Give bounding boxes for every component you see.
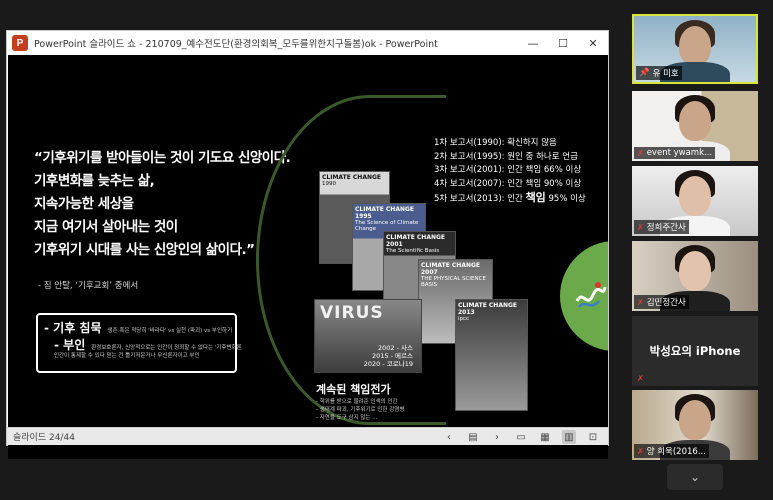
status-bar: 슬라이드 24/44 ‹ ▤ › ▭ ▦ ▥ ⊡ bbox=[7, 427, 608, 445]
minimize-button[interactable]: — bbox=[518, 31, 548, 55]
term-note: 환경보호론자, 신앙적으로는 인간이 정죄할 수 없다는 '기후변화론 bbox=[91, 345, 242, 351]
report-emphasis: 책임 bbox=[525, 191, 546, 204]
participant-tile[interactable]: ✗ event ywamk... bbox=[632, 91, 758, 161]
slideshow-view-button[interactable]: ⊡ bbox=[586, 430, 600, 444]
participant-name: 유 미호 bbox=[652, 69, 679, 79]
virus-line: 2015 - 메르스 bbox=[372, 352, 413, 360]
cover-title: CLIMATE CHANGE 2007 bbox=[421, 262, 481, 276]
participant-face bbox=[679, 176, 711, 216]
mic-muted-icon: ✗ bbox=[637, 374, 644, 383]
participant-name-label: ✗ bbox=[634, 373, 647, 384]
next-slide-button[interactable]: › bbox=[490, 430, 504, 444]
slide-counter: 슬라이드 24/44 bbox=[13, 433, 75, 443]
cover-title: CLIMATE CHANGE bbox=[322, 174, 382, 181]
quote-line: 지금 여기서 살아내는 것이 bbox=[34, 219, 178, 235]
participant-name-label: ✗ 김민정간사 bbox=[634, 295, 689, 309]
participant-tile[interactable]: 박성요의 iPhone ✗ bbox=[632, 316, 758, 386]
participant-name: event ywamk... bbox=[646, 148, 713, 158]
report-item: 5차 보고서(2013): 인간 책임 95% 이상 bbox=[434, 191, 586, 207]
quote-line: 기후위기 시대를 사는 신앙인의 삶이다.” bbox=[34, 242, 255, 258]
organization-logo-icon bbox=[573, 279, 608, 318]
virus-line: 2002 - 사스 bbox=[378, 344, 413, 352]
report-item: 1차 보고서(1990): 확신하지 않음 bbox=[434, 138, 557, 148]
responsibility-item: - 자연을 도구 삼지 않는 ... bbox=[316, 415, 378, 421]
cover-subtitle: THE PHYSICAL SCIENCE BASIS bbox=[421, 276, 486, 288]
report-item: 2차 보고서(1995): 원인 중 하나로 언급 bbox=[434, 151, 578, 162]
mic-muted-icon: ✗ bbox=[637, 297, 644, 307]
maximize-button[interactable]: ☐ bbox=[548, 31, 578, 55]
cover-title: CLIMATE CHANGE 2013 bbox=[458, 302, 518, 316]
report-item: 4차 보고서(2007): 인간 책임 90% 이상 bbox=[434, 178, 582, 189]
participant-name: 양 희욱(2016... bbox=[646, 447, 706, 457]
reading-view-button[interactable]: ▥ bbox=[562, 430, 576, 444]
participant-tile[interactable]: 📌 유 미호 bbox=[632, 14, 758, 84]
logo-mark-icon bbox=[575, 282, 607, 308]
cover-subtitle: The Scientific Basis bbox=[386, 248, 440, 254]
term-row: - 기후 침묵 생존 혹은 적당히 '바라다' vs 실천 (파괴) vs 부인… bbox=[44, 319, 232, 336]
participant-name: 김민정간사 bbox=[646, 298, 686, 308]
participant-name-label: ✗ event ywamk... bbox=[634, 147, 716, 159]
status-controls: ‹ ▤ › ▭ ▦ ▥ ⊡ bbox=[442, 428, 600, 446]
zoom-meeting-view: P PowerPoint 슬라이드 쇼 - 210709_예수전도단(환경의회복… bbox=[0, 0, 773, 500]
pin-icon: 📌 bbox=[639, 68, 650, 78]
responsibility-item: - 학위를 받으로 물려준 인색의 인간 bbox=[316, 399, 398, 405]
participant-tile[interactable]: ✗ 김민정간사 bbox=[632, 241, 758, 311]
mic-muted-icon: ✗ bbox=[637, 222, 644, 232]
close-button[interactable]: ✕ bbox=[578, 31, 608, 55]
quote-source: - 짐 안탈, ‘기후교회’ 중에서 bbox=[38, 281, 139, 291]
chevron-down-icon: ⌄ bbox=[689, 470, 701, 484]
powerpoint-window: P PowerPoint 슬라이드 쇼 - 210709_예수전도단(환경의회복… bbox=[6, 30, 609, 459]
responsibility-title: 계속된 책임전가 bbox=[316, 383, 391, 396]
report-item: 3차 보고서(2001): 인간 책임 66% 이상 bbox=[434, 165, 582, 175]
window-controls: — ☐ ✕ bbox=[518, 31, 608, 55]
participant-tile[interactable]: ✗ 양 희욱(2016... bbox=[632, 390, 758, 460]
participant-name-label: ✗ 양 희욱(2016... bbox=[634, 444, 709, 458]
slide-quote: “기후위기를 받아들이는 것이 기도요 신앙이다. 기후변화를 늦추는 삶, 지… bbox=[34, 147, 294, 262]
term-note: 생존 혹은 적당히 '바라다' vs 실천 (파괴) vs 부인하기 bbox=[107, 328, 233, 334]
window-titlebar: P PowerPoint 슬라이드 쇼 - 210709_예수전도단(환경의회복… bbox=[7, 31, 608, 55]
slide-canvas[interactable]: “기후위기를 받아들이는 것이 기도요 신앙이다. 기후변화를 늦추는 삶, 지… bbox=[8, 55, 608, 459]
mic-muted-icon: ✗ bbox=[637, 148, 644, 158]
participant-display-name: 박성요의 iPhone bbox=[649, 344, 741, 358]
virus-image: VIRUS 2002 - 사스 2015 - 메르스 2020 - 코로나19 bbox=[314, 299, 422, 373]
cover-title: CLIMATE CHANGE 2001 bbox=[386, 234, 446, 248]
notes-icon[interactable]: ▤ bbox=[466, 430, 480, 444]
cover-subtitle: 1990 bbox=[322, 181, 336, 187]
previous-slide-button[interactable]: ‹ bbox=[442, 430, 456, 444]
participant-face bbox=[679, 101, 711, 141]
term-row: - 부인 환경보호론자, 신앙적으로는 인간이 정죄할 수 없다는 '기후변화론 bbox=[54, 336, 242, 353]
report-cover-2013: CLIMATE CHANGE 2013 ipcc bbox=[455, 299, 528, 411]
scroll-down-button[interactable]: ⌄ bbox=[667, 464, 723, 490]
slide-sorter-button[interactable]: ▦ bbox=[538, 430, 552, 444]
virus-line: 2020 - 코로나19 bbox=[363, 360, 413, 368]
participant-tile[interactable]: ✗ 정희주간사 bbox=[632, 166, 758, 236]
mic-muted-icon: ✗ bbox=[637, 446, 644, 456]
responsibility-list: - 학위를 받으로 물려준 인색의 인간 - 생태계 파괴, 기후위기로 인한 … bbox=[316, 398, 404, 422]
participant-face bbox=[679, 26, 711, 66]
term-heading: - 부인 bbox=[54, 338, 86, 352]
report-text: 95% 이상 bbox=[545, 194, 586, 204]
quote-line: “기후위기를 받아들이는 것이 기도요 신앙이다. bbox=[34, 150, 291, 166]
ipcc-report-list: 1차 보고서(1990): 확신하지 않음 2차 보고서(1995): 원인 중… bbox=[434, 137, 586, 207]
virus-timeline: 2002 - 사스 2015 - 메르스 2020 - 코로나19 bbox=[364, 344, 413, 368]
participant-name-label: 📌 유 미호 bbox=[636, 66, 682, 80]
powerpoint-app-icon: P bbox=[12, 35, 28, 51]
terms-box: - 기후 침묵 생존 혹은 적당히 '바라다' vs 실천 (파괴) vs 부인… bbox=[36, 313, 242, 373]
cover-subtitle: ipcc bbox=[458, 316, 470, 322]
participant-face bbox=[679, 400, 711, 440]
quote-line: 기후변화를 늦추는 삶, bbox=[34, 173, 155, 189]
normal-view-button[interactable]: ▭ bbox=[514, 430, 528, 444]
quote-line: 지속가능한 세상을 bbox=[34, 196, 134, 212]
report-text: 5차 보고서(2013): 인간 bbox=[434, 194, 526, 204]
responsibility-item: - 생태계 파괴, 기후위기로 인한 감염병 bbox=[316, 407, 405, 413]
term-note: 인간이 통제할 수 있다 믿는 건 틀기저운거나 무신론자이고 부인 bbox=[54, 353, 200, 359]
participant-face bbox=[679, 251, 711, 291]
window-title: PowerPoint 슬라이드 쇼 - 210709_예수전도단(환경의회복_모… bbox=[34, 39, 438, 50]
virus-title: VIRUS bbox=[320, 303, 384, 323]
participant-name: 정희주간사 bbox=[646, 223, 686, 233]
cover-title: CLIMATE CHANGE 1995 bbox=[355, 206, 415, 220]
term-heading: - 기후 침묵 bbox=[44, 321, 102, 335]
participant-name-label: ✗ 정희주간사 bbox=[634, 220, 689, 234]
